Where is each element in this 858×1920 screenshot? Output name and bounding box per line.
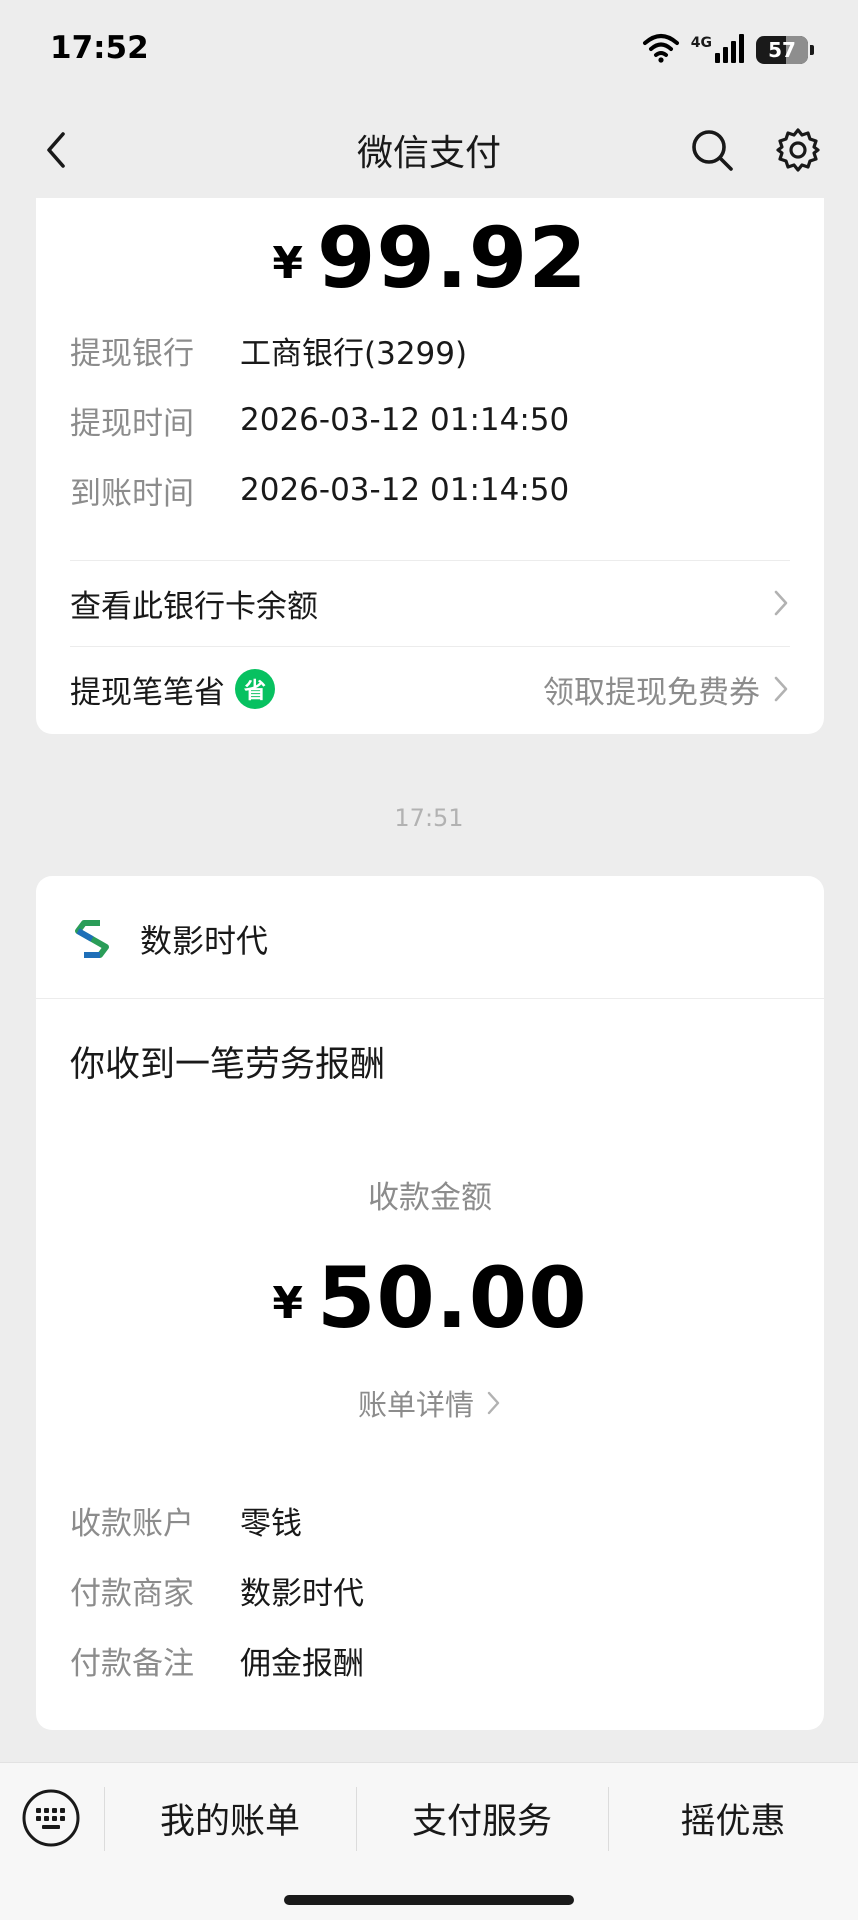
row-value: 零钱: [240, 1505, 302, 1542]
row-label: 提现时间: [70, 405, 194, 442]
settings-button[interactable]: [768, 120, 828, 180]
message-title: 你收到一笔劳务报酬: [70, 1045, 386, 1085]
payment-note-row: 付款备注 佣金报酬: [70, 1638, 364, 1682]
row-label: 到账时间: [70, 475, 194, 512]
chevron-right-icon: [774, 676, 788, 702]
merchant-header[interactable]: 数影时代: [70, 914, 268, 964]
row-value: 数影时代: [240, 1575, 364, 1612]
merchant-logo-icon: [75, 920, 109, 958]
keyboard-toggle-button[interactable]: [20, 1787, 82, 1849]
amount-label: 收款金额: [368, 1180, 492, 1216]
row-value: 佣金报酬: [240, 1645, 364, 1682]
tab-my-bills[interactable]: 我的账单: [104, 1775, 356, 1861]
status-time: 17:52: [50, 30, 149, 66]
row-value: 工商银行(3299): [240, 335, 468, 372]
keyboard-icon: [22, 1789, 80, 1847]
bank-balance-link[interactable]: 查看此银行卡余额: [70, 568, 790, 638]
payer-merchant-row: 付款商家 数影时代: [70, 1568, 364, 1612]
withdraw-bank-row: 提现银行 工商银行(3299): [70, 328, 467, 372]
payment-card[interactable]: 数影时代 你收到一笔劳务报酬 收款金额 ¥ 50.00 账单详情 收款账户 零钱…: [36, 876, 824, 1730]
arrival-time-row: 到账时间 2026-03-12 01:14:50: [70, 468, 569, 512]
row-label: 提现银行: [70, 335, 194, 372]
search-button[interactable]: [682, 120, 742, 180]
receive-account-row: 收款账户 零钱: [70, 1498, 302, 1542]
row-label: 收款账户: [70, 1505, 194, 1542]
row-label: 付款商家: [70, 1575, 194, 1612]
savings-badge-icon: 省: [235, 669, 275, 709]
tab-payment-services[interactable]: 支付服务: [356, 1775, 608, 1861]
bottom-menu-bar: 我的账单 支付服务 摇优惠: [0, 1762, 858, 1920]
merchant-name: 数影时代: [140, 922, 269, 960]
bill-detail-label: 账单详情: [357, 1388, 474, 1422]
row-label: 付款备注: [70, 1645, 194, 1682]
wifi-icon: [641, 33, 681, 67]
savings-label: 提现笔笔省: [70, 674, 225, 711]
signal-icon: [714, 33, 746, 67]
currency-symbol: ¥: [272, 1278, 303, 1329]
chevron-right-icon: [487, 1391, 500, 1415]
nav-bar: 微信支付: [0, 100, 858, 198]
withdraw-card: ¥ 99.92 提现银行 工商银行(3299) 提现时间 2026-03-12 …: [36, 198, 824, 734]
divider: [36, 998, 824, 999]
bill-detail-link[interactable]: 账单详情: [36, 1382, 824, 1424]
withdraw-amount: ¥ 99.92: [36, 216, 824, 300]
row-value: 2026-03-12 01:14:50: [240, 472, 570, 508]
row-value: 2026-03-12 01:14:50: [240, 402, 570, 438]
chevron-right-icon: [774, 590, 788, 616]
withdraw-savings-row[interactable]: 提现笔笔省 省 领取提现免费券: [70, 654, 790, 724]
bank-balance-label: 查看此银行卡余额: [70, 588, 318, 625]
divider: [70, 646, 790, 647]
received-amount: ¥ 50.00: [36, 1256, 824, 1340]
status-icons: 4G 57: [641, 30, 814, 70]
divider: [70, 560, 790, 561]
message-timestamp: 17:51: [394, 804, 464, 832]
search-icon: [692, 130, 733, 171]
withdraw-time-row: 提现时间 2026-03-12 01:14:50: [70, 398, 569, 442]
currency-symbol: ¥: [272, 238, 303, 289]
home-indicator[interactable]: [284, 1895, 574, 1905]
amount-value: 99.92: [316, 209, 588, 307]
amount-value: 50.00: [316, 1249, 588, 1347]
free-coupon-link[interactable]: 领取提现免费券: [543, 667, 760, 712]
network-type: 4G: [690, 35, 712, 51]
battery-icon: 57: [756, 36, 814, 64]
status-bar: 17:52 4G 57: [0, 0, 858, 100]
gear-icon: [776, 128, 820, 172]
tab-shake-offers[interactable]: 摇优惠: [608, 1775, 858, 1861]
battery-level-text: 57: [768, 38, 796, 62]
